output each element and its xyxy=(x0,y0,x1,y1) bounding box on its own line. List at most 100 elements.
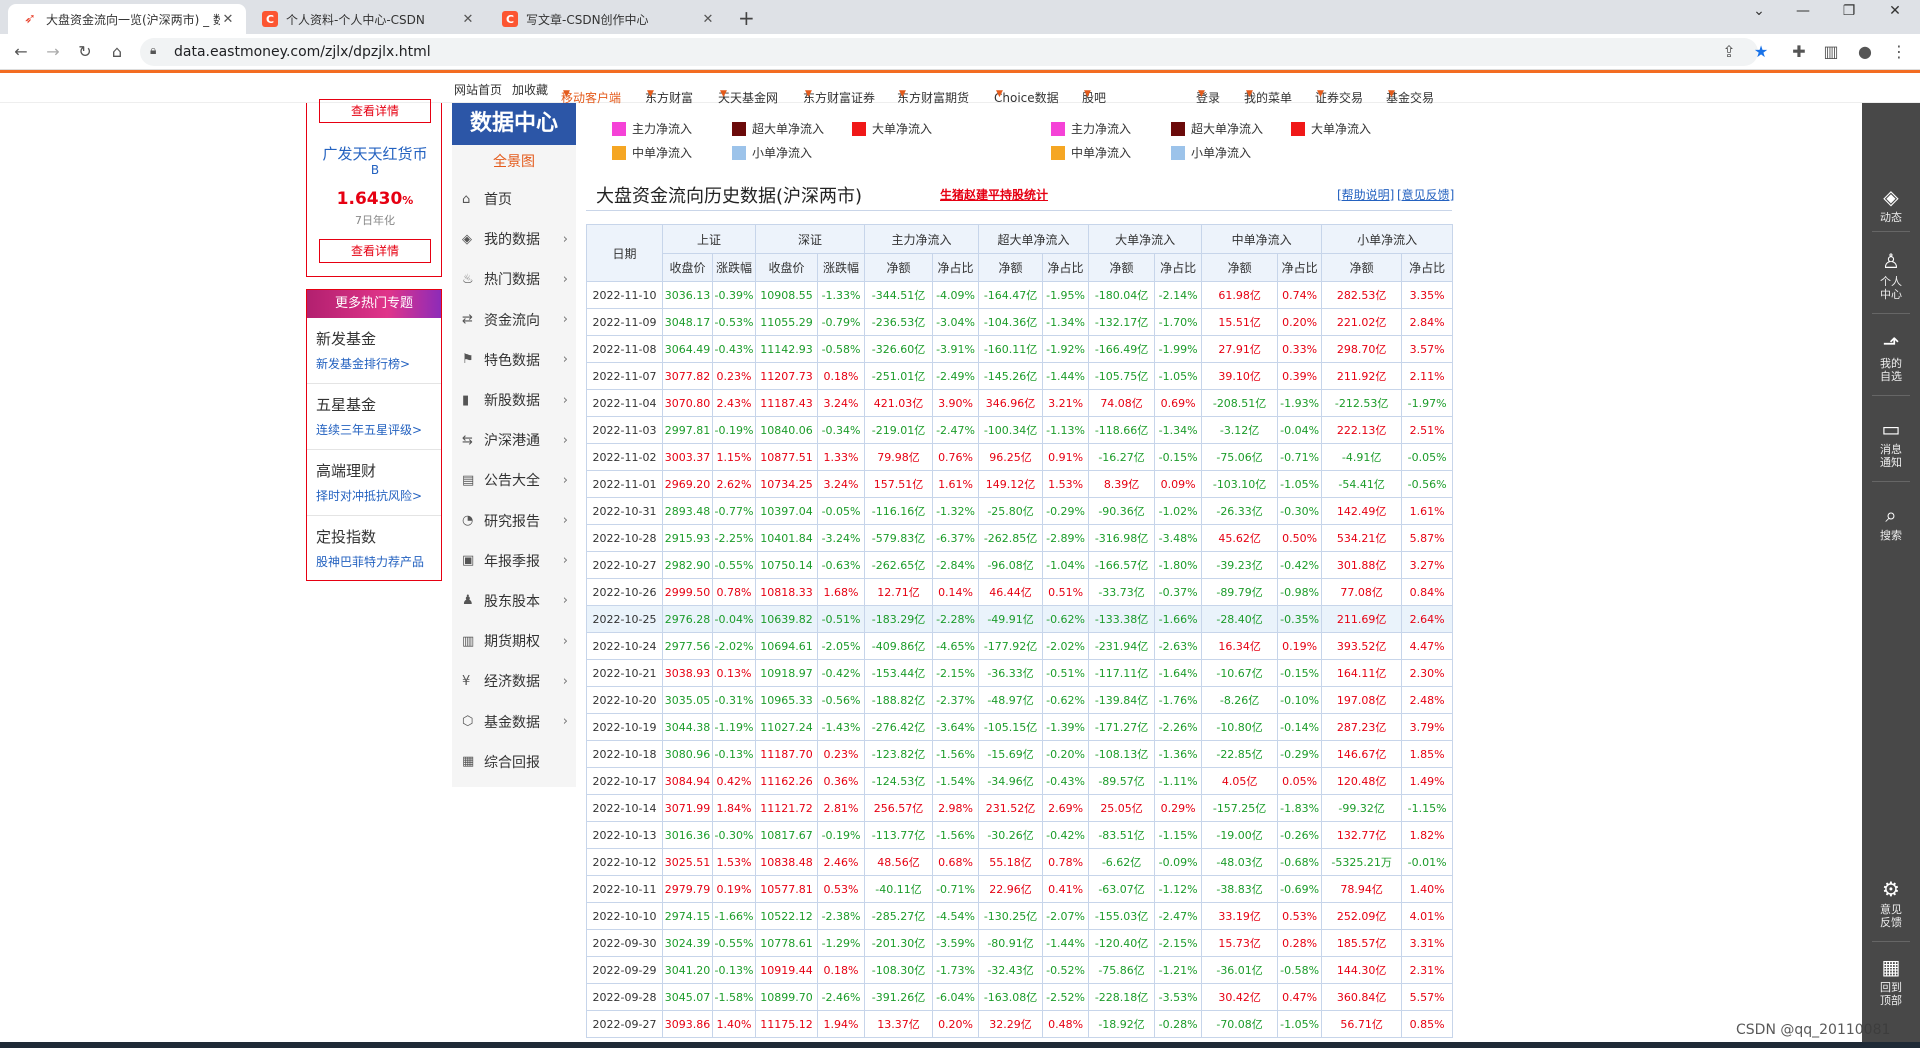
nav-bookmark-link[interactable]: 加收藏 xyxy=(512,81,548,98)
data-center-title[interactable]: 数据中心 xyxy=(452,103,576,145)
overview-link[interactable]: 全景图 xyxy=(452,145,576,179)
table-row[interactable]: 2022-09-29 3041.20 -0.13% 10919.44 0.18% -108… xyxy=(586,956,1454,984)
col-subheader[interactable]: 净占比 xyxy=(1154,253,1203,282)
side-panel-icon[interactable]: ▥ xyxy=(1820,41,1842,63)
table-row[interactable]: 2022-11-02 3003.37 1.15% 10877.51 1.33% 79.98… xyxy=(586,443,1454,471)
table-row[interactable]: 2022-10-17 3084.94 0.42% 11162.26 0.36% -124.… xyxy=(586,767,1454,795)
table-row[interactable]: 2022-11-10 3036.13 -0.39% 10908.55 -1.33% -34… xyxy=(586,281,1454,309)
nav-home-link[interactable]: 网站首页 xyxy=(454,81,502,98)
col-subheader[interactable]: 涨跌幅 xyxy=(817,253,866,282)
table-row[interactable]: 2022-10-24 2977.56 -2.02% 10694.61 -2.05% -40… xyxy=(586,632,1454,660)
table-row[interactable]: 2022-09-27 3093.86 1.40% 11175.12 1.94% 13.37… xyxy=(586,1010,1454,1038)
hot-topic-link[interactable]: 择时对冲抵抗风险> xyxy=(316,487,432,504)
col-subheader[interactable]: 净占比 xyxy=(1042,253,1090,282)
table-row[interactable]: 2022-10-28 2915.93 -2.25% 10401.84 -3.24% -57… xyxy=(586,524,1454,552)
table-row[interactable]: 2022-10-27 2982.90 -0.55% 10750.14 -0.63% -26… xyxy=(586,551,1454,579)
menu-icon[interactable]: ⋮ xyxy=(1888,41,1910,63)
col-subheader[interactable]: 净额 xyxy=(978,253,1044,282)
table-row[interactable]: 2022-11-01 2969.20 2.62% 10734.25 3.24% 157.5… xyxy=(586,470,1454,498)
browser-tab-csdn-profile[interactable]: C 个人资料-个人中心-CSDN ✕ xyxy=(248,4,486,34)
hot-topic-item[interactable]: 高端理财 择时对冲抵抗风险> xyxy=(307,450,441,516)
minimize-icon[interactable]: — xyxy=(1780,3,1826,19)
back-icon[interactable]: ← xyxy=(10,41,32,63)
table-row[interactable]: 2022-10-21 3038.93 0.13% 10918.97 -0.42% -153… xyxy=(586,659,1454,687)
lock-icon[interactable]: 🔒︎ xyxy=(150,43,156,58)
table-row[interactable]: 2022-09-28 3045.07 -1.58% 10899.70 -2.46% -39… xyxy=(586,983,1454,1011)
dc-nav-item[interactable]: ▦ 综合回报 xyxy=(452,742,576,782)
address-bar[interactable]: 🔒︎ data.eastmoney.com/zjlx/dpzjlx.html xyxy=(140,38,1758,66)
dc-nav-item[interactable]: ◔ 研究报告 › xyxy=(452,501,576,541)
tab-search-chevron-icon[interactable]: ⌄ xyxy=(1736,3,1782,19)
help-link[interactable]: [帮助说明] xyxy=(1337,186,1394,203)
view-detail-button[interactable]: 查看详情 xyxy=(319,99,431,123)
col-subheader[interactable]: 净额 xyxy=(1088,253,1156,282)
dc-nav-item[interactable]: ▤ 公告大全 › xyxy=(452,460,576,500)
extensions-icon[interactable]: ✚ xyxy=(1788,41,1810,63)
col-subheader[interactable]: 净额 xyxy=(864,253,934,282)
hot-topic-link[interactable]: 新发基金排行榜> xyxy=(316,355,432,372)
reload-icon[interactable]: ↻ xyxy=(74,41,96,63)
col-subheader[interactable]: 涨跌幅 xyxy=(711,253,757,282)
table-row[interactable]: 2022-10-26 2999.50 0.78% 10818.33 1.68% 12.71… xyxy=(586,578,1454,606)
home-icon[interactable]: ⌂ xyxy=(106,41,128,63)
dc-nav-item[interactable]: ⇆ 沪深港通 › xyxy=(452,420,576,460)
col-subheader[interactable]: 收盘价 xyxy=(755,253,819,282)
col-subheader[interactable]: 净占比 xyxy=(932,253,980,282)
dc-nav-item[interactable]: ♟ 股东股本 › xyxy=(452,581,576,621)
table-row[interactable]: 2022-10-31 2893.48 -0.77% 10397.04 -0.05% -11… xyxy=(586,497,1454,525)
table-row[interactable]: 2022-09-30 3024.39 -0.55% 10778.61 -1.29% -20… xyxy=(586,929,1454,957)
fund-name[interactable]: 广发天天红货币 xyxy=(307,143,443,164)
hot-topic-link[interactable]: 股神巴菲特力荐产品 xyxy=(316,553,432,570)
col-subheader[interactable]: 净占比 xyxy=(1277,253,1323,282)
table-row[interactable]: 2022-10-11 2979.79 0.19% 10577.81 0.53% -40.1… xyxy=(586,875,1454,903)
hot-topic-item[interactable]: 新发基金 新发基金排行榜> xyxy=(307,318,441,384)
page-scrollbar[interactable] xyxy=(1906,73,1920,1048)
table-row[interactable]: 2022-10-13 3016.36 -0.30% 10817.67 -0.19% -11… xyxy=(586,821,1454,849)
profile-icon[interactable]: ● xyxy=(1854,41,1876,63)
dc-nav-item[interactable]: ▣ 年报季报 › xyxy=(452,541,576,581)
table-row[interactable]: 2022-10-19 3044.38 -1.19% 11027.24 -1.43% -27… xyxy=(586,713,1454,741)
hot-topic-item[interactable]: 定投指数 股神巴菲特力荐产品 xyxy=(307,516,441,582)
hot-topics-title[interactable]: 更多热门专题 xyxy=(307,290,441,318)
dc-nav-item[interactable]: ▥ 期货期权 › xyxy=(452,621,576,661)
browser-tab-csdn-write[interactable]: C 写文章-CSDN创作中心 ✕ xyxy=(488,4,726,34)
maximize-icon[interactable]: ❐ xyxy=(1826,3,1872,19)
table-row[interactable]: 2022-10-10 2974.15 -1.66% 10522.12 -2.38% -28… xyxy=(586,902,1454,930)
dc-nav-item[interactable]: ◈ 我的数据 › xyxy=(452,219,576,259)
view-detail-button[interactable]: 查看详情 xyxy=(319,239,431,263)
table-row[interactable]: 2022-10-12 3025.51 1.53% 10838.48 2.46% 48.56… xyxy=(586,848,1454,876)
table-row[interactable]: 2022-10-18 3080.96 -0.13% 11187.70 0.23% -123… xyxy=(586,740,1454,768)
col-subheader[interactable]: 收盘价 xyxy=(662,253,713,282)
dc-nav-item[interactable]: ⬡ 基金数据 › xyxy=(452,701,576,741)
bookmark-star-icon[interactable]: ★ xyxy=(1750,41,1772,63)
hot-topic-item[interactable]: 五星基金 连续三年五星评级> xyxy=(307,384,441,450)
table-row[interactable]: 2022-11-04 3070.80 2.43% 11187.43 3.24% 421.0… xyxy=(586,389,1454,417)
browser-tab-eastmoney[interactable]: ➶ 大盘资金流向一览(沪深两市) _ 数 ✕ xyxy=(8,4,246,34)
table-row[interactable]: 2022-11-08 3064.49 -0.43% 11142.93 -0.58% -32… xyxy=(586,335,1454,363)
table-row[interactable]: 2022-11-03 2997.81 -0.19% 10840.06 -0.34% -21… xyxy=(586,416,1454,444)
forward-icon[interactable]: → xyxy=(42,41,64,63)
dc-nav-item[interactable]: ♨ 热门数据 › xyxy=(452,259,576,299)
promo-link[interactable]: 生猪赵建平持股统计 xyxy=(940,186,1048,203)
dc-nav-item[interactable]: ⇄ 资金流向 › xyxy=(452,300,576,340)
share-icon[interactable]: ⇪ xyxy=(1718,41,1740,63)
table-row[interactable]: 2022-10-25 2976.28 -0.04% 10639.82 -0.51% -18… xyxy=(586,605,1454,633)
table-row[interactable]: 2022-11-07 3077.82 0.23% 11207.73 0.18% -251.… xyxy=(586,362,1454,390)
dc-nav-item[interactable]: ⚑ 特色数据 › xyxy=(452,340,576,380)
feedback-link[interactable]: [意见反馈] xyxy=(1397,186,1454,203)
close-tab-icon[interactable]: ✕ xyxy=(220,12,236,27)
col-subheader[interactable]: 净占比 xyxy=(1401,253,1454,282)
table-row[interactable]: 2022-11-09 3048.17 -0.53% 11055.29 -0.79% -23… xyxy=(586,308,1454,336)
close-tab-icon[interactable]: ✕ xyxy=(700,12,716,27)
col-date-header[interactable]: 日期 xyxy=(586,224,663,282)
hot-topic-link[interactable]: 连续三年五星评级> xyxy=(316,421,432,438)
new-tab-icon[interactable]: + xyxy=(738,6,755,30)
col-subheader[interactable]: 净额 xyxy=(1201,253,1279,282)
close-window-icon[interactable]: ✕ xyxy=(1872,3,1918,19)
dc-nav-item[interactable]: ⌂ 首页 xyxy=(452,179,576,219)
dc-nav-item[interactable]: ▮ 新股数据 › xyxy=(452,380,576,420)
dc-nav-item[interactable]: ¥ 经济数据 › xyxy=(452,661,576,701)
table-row[interactable]: 2022-10-20 3035.05 -0.31% 10965.33 -0.56% -18… xyxy=(586,686,1454,714)
col-subheader[interactable]: 净额 xyxy=(1321,253,1403,282)
close-tab-icon[interactable]: ✕ xyxy=(460,12,476,27)
